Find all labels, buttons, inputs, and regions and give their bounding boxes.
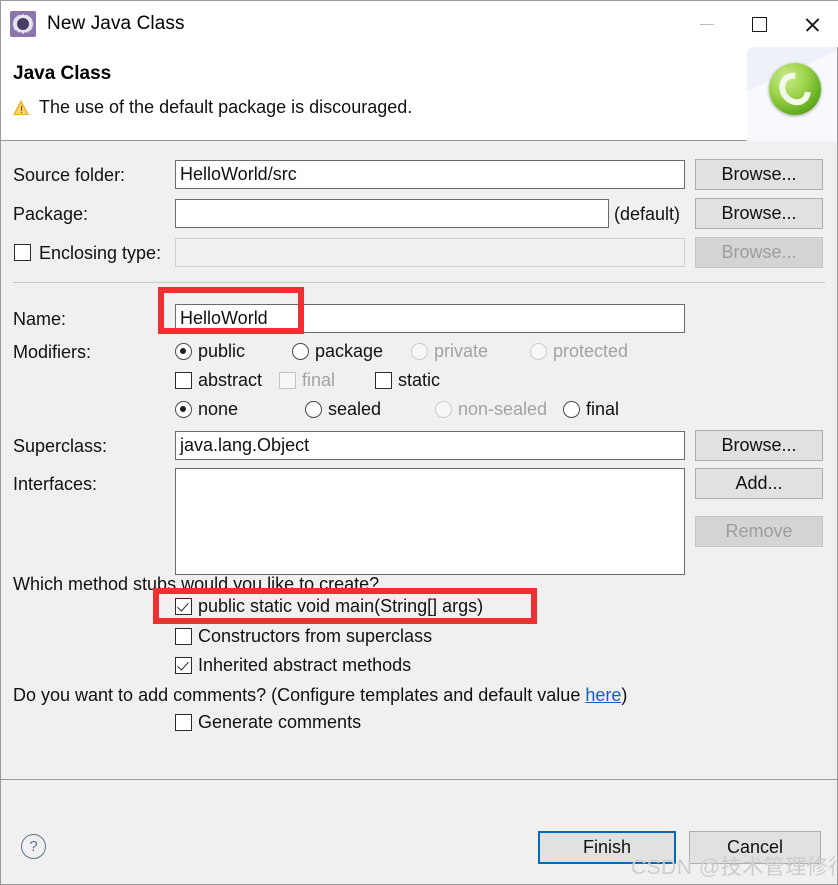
modifier-checkbox-static[interactable] — [375, 372, 392, 389]
modifier-checkbox-abstract[interactable] — [175, 372, 192, 389]
page-title: Java Class — [13, 63, 112, 84]
superclass-input[interactable]: java.lang.Object — [175, 431, 685, 460]
close-icon — [804, 16, 821, 33]
stub-checkbox-constructors[interactable] — [175, 628, 192, 645]
modifier-label-public: public — [198, 341, 246, 361]
name-input[interactable]: HelloWorld — [175, 304, 685, 333]
package-default-suffix: (default) — [614, 204, 681, 224]
new-java-class-dialog: New Java Class Java Class The use of the… — [0, 0, 838, 885]
name-label: Name: — [13, 309, 67, 329]
modifier-label-abstract: abstract — [198, 370, 263, 390]
stub-label-inherited: Inherited abstract methods — [198, 655, 412, 675]
modifiers-label: Modifiers: — [13, 342, 92, 362]
interfaces-label: Interfaces: — [13, 474, 98, 494]
enclosing-type-input — [175, 238, 685, 267]
watermark: CSDN @技术管理修行 — [631, 856, 838, 879]
help-icon[interactable]: ? — [21, 834, 46, 859]
sealed-radio-sealed[interactable] — [305, 401, 322, 418]
sealed-radio-final[interactable] — [563, 401, 580, 418]
minimize-button[interactable] — [680, 1, 733, 47]
modifier-radio-package[interactable] — [292, 343, 309, 360]
interfaces-list[interactable] — [175, 468, 685, 575]
source-folder-label: Source folder: — [13, 165, 126, 185]
modifier-label-static: static — [398, 370, 441, 390]
sealed-label-none: none — [198, 399, 239, 419]
section-separator — [13, 282, 825, 283]
generate-comments-label: Generate comments — [198, 712, 362, 732]
source-folder-input[interactable]: HelloWorld/src — [175, 160, 685, 189]
stub-checkbox-main[interactable] — [175, 598, 192, 615]
package-label: Package: — [13, 204, 89, 224]
stub-label-constructors: Constructors from superclass — [198, 626, 433, 646]
superclass-browse-button[interactable]: Browse... — [695, 430, 823, 461]
modifier-label-private: private — [434, 341, 489, 361]
header-message-row: The use of the default package is discou… — [13, 97, 412, 118]
sealed-label-non-sealed: non-sealed — [458, 399, 548, 419]
maximize-button[interactable] — [733, 1, 786, 47]
sealed-label-final: final — [586, 399, 620, 419]
modifier-checkbox-final — [279, 372, 296, 389]
warning-icon — [13, 99, 30, 116]
source-folder-browse-button[interactable]: Browse... — [695, 159, 823, 190]
window-controls — [680, 1, 838, 47]
modifier-label-final: final — [302, 370, 336, 390]
modifier-radio-protected — [530, 343, 547, 360]
dialog-header: Java Class The use of the default packag… — [1, 47, 837, 141]
eclipse-java-class-banner-icon — [747, 47, 837, 141]
enclosing-type-browse-button: Browse... — [695, 237, 823, 268]
modifier-label-package: package — [315, 341, 384, 361]
modifier-radio-private — [411, 343, 428, 360]
method-stubs-question: Which method stubs would you like to cre… — [13, 574, 380, 594]
superclass-label: Superclass: — [13, 436, 108, 456]
minimize-icon — [699, 23, 714, 25]
modifier-label-protected: protected — [553, 341, 629, 361]
package-input[interactable] — [175, 199, 609, 228]
java-class-wizard-icon — [10, 11, 36, 37]
package-browse-button[interactable]: Browse... — [695, 198, 823, 229]
header-message: The use of the default package is discou… — [39, 97, 413, 117]
window-title: New Java Class — [47, 13, 185, 34]
dialog-body: Source folder: HelloWorld/src Browse... … — [1, 142, 837, 779]
configure-templates-link[interactable]: here — [585, 685, 621, 705]
stub-checkbox-inherited[interactable] — [175, 657, 192, 674]
generate-comments-checkbox[interactable] — [175, 714, 192, 731]
modifier-radio-public[interactable] — [175, 343, 192, 360]
enclosing-type-checkbox[interactable] — [14, 244, 31, 261]
sealed-radio-non-sealed — [435, 401, 452, 418]
maximize-icon — [752, 16, 767, 32]
comments-question: Do you want to add comments? (Configure … — [13, 685, 627, 706]
title-bar: New Java Class — [1, 1, 838, 47]
comments-question-prefix: Do you want to add comments? (Configure … — [13, 685, 586, 705]
enclosing-type-label: Enclosing type: — [39, 243, 162, 263]
interfaces-add-button[interactable]: Add... — [695, 468, 823, 499]
close-button[interactable] — [786, 1, 838, 47]
interfaces-remove-button: Remove — [695, 516, 823, 547]
sealed-radio-none[interactable] — [175, 401, 192, 418]
comments-question-suffix: ) — [621, 685, 628, 705]
stub-label-main: public static void main(String[] args) — [198, 596, 484, 616]
sealed-label-sealed: sealed — [328, 399, 382, 419]
